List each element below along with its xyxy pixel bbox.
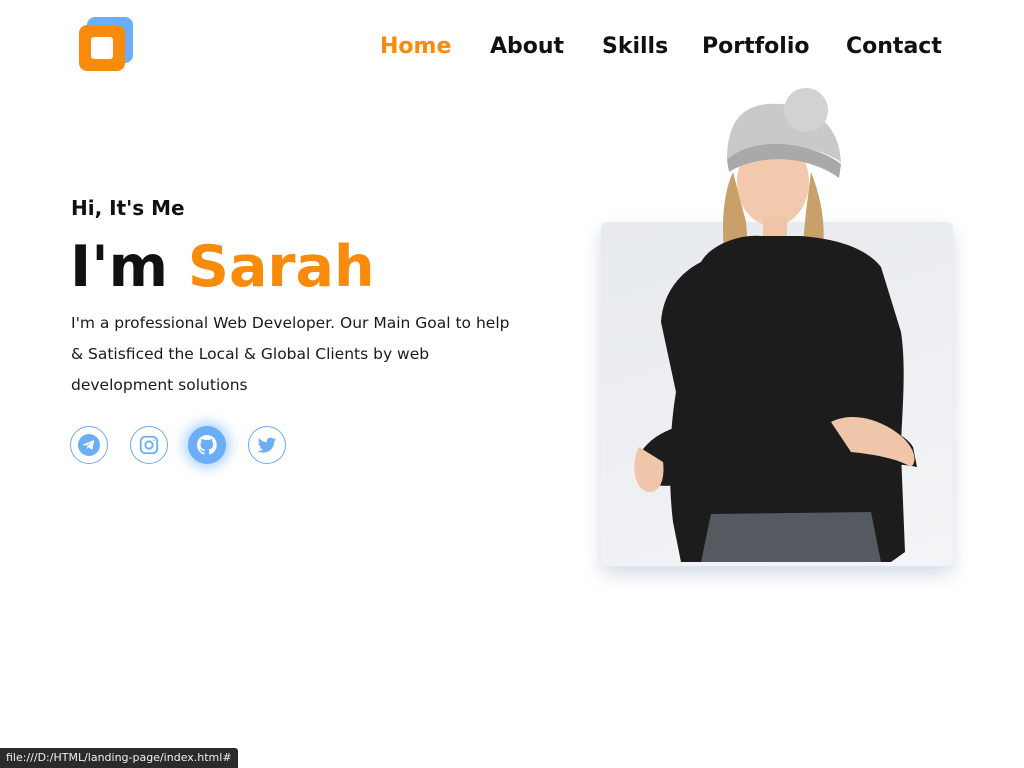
hero-title: I'm Sarah	[70, 232, 375, 302]
profile-photo	[634, 88, 917, 563]
logo[interactable]	[79, 17, 135, 73]
github-icon	[197, 435, 217, 455]
instagram-link[interactable]	[130, 426, 168, 464]
instagram-icon	[139, 435, 159, 455]
profile-photo-card	[601, 88, 953, 566]
hero-greeting: Hi, It's Me	[71, 196, 185, 220]
nav-portfolio[interactable]: Portfolio	[702, 30, 810, 64]
telegram-icon	[78, 434, 100, 456]
hero-title-name: Sarah	[187, 234, 375, 300]
nav-contact[interactable]: Contact	[846, 30, 942, 64]
telegram-link[interactable]	[70, 426, 108, 464]
nav-skills[interactable]: Skills	[602, 30, 668, 64]
browser-status-bar: file:///D:/HTML/landing-page/index.html#	[0, 748, 238, 768]
hero-title-prefix: I'm	[70, 234, 188, 300]
twitter-icon	[257, 437, 277, 453]
github-link[interactable]	[188, 426, 226, 464]
logo-center	[91, 37, 113, 59]
twitter-link[interactable]	[248, 426, 286, 464]
nav-about[interactable]: About	[490, 30, 564, 64]
hero-description: I'm a professional Web Developer. Our Ma…	[71, 314, 510, 394]
nav-home[interactable]: Home	[380, 30, 451, 64]
